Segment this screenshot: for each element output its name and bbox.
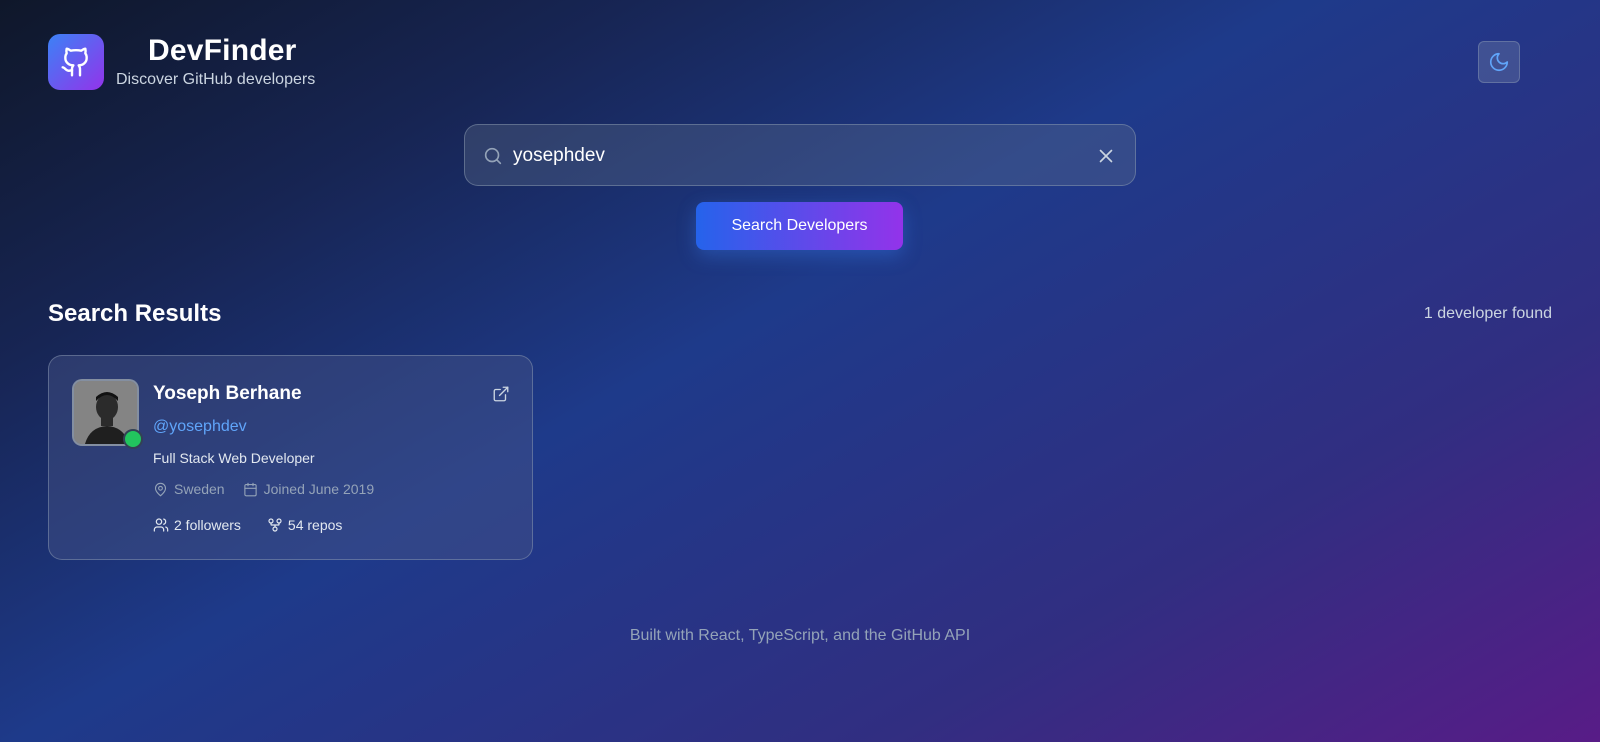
search-input[interactable]	[513, 139, 1073, 173]
theme-toggle-button[interactable]	[1478, 41, 1520, 83]
app-title: DevFinder	[148, 34, 297, 67]
developer-meta: Sweden Joined June 2019	[153, 481, 392, 497]
repos-text: 54 repos	[287, 517, 343, 533]
results-count: 1 developer found	[1423, 305, 1552, 322]
developer-stats: 2 followers 54 repos	[153, 517, 368, 533]
repos-stat: 54 repos	[267, 517, 342, 533]
results-title: Search Results	[48, 300, 222, 327]
search-button[interactable]: Search Developers	[696, 202, 903, 250]
developer-card[interactable]: Yoseph Berhane @yosephdev Full Stack Web…	[48, 355, 533, 560]
location: Sweden	[153, 481, 225, 497]
followers-stat: 2 followers	[153, 517, 241, 533]
developer-name: Yoseph Berhane	[153, 383, 302, 404]
git-fork-icon	[268, 518, 282, 532]
online-status-badge	[123, 429, 143, 449]
joined-text: Joined June 2019	[263, 481, 375, 497]
app-subtitle: Discover GitHub developers	[116, 71, 316, 88]
map-pin-icon	[154, 482, 167, 496]
search-icon	[484, 147, 502, 165]
github-icon	[48, 34, 104, 90]
joined-date: Joined June 2019	[243, 481, 375, 497]
external-link-icon[interactable]	[492, 385, 510, 403]
app-header: DevFinder Discover GitHub developers	[48, 34, 1520, 90]
search-bar	[464, 124, 1136, 186]
calendar-icon	[243, 482, 257, 496]
users-icon	[153, 518, 169, 532]
close-icon[interactable]	[1095, 145, 1117, 167]
developer-handle-link[interactable]: @yosephdev	[153, 418, 247, 436]
location-text: Sweden	[174, 481, 225, 497]
footer-text: Built with React, TypeScript, and the Gi…	[629, 627, 971, 644]
followers-text: 2 followers	[174, 517, 241, 533]
moon-icon	[1489, 52, 1509, 72]
developer-bio: Full Stack Web Developer	[153, 450, 315, 466]
